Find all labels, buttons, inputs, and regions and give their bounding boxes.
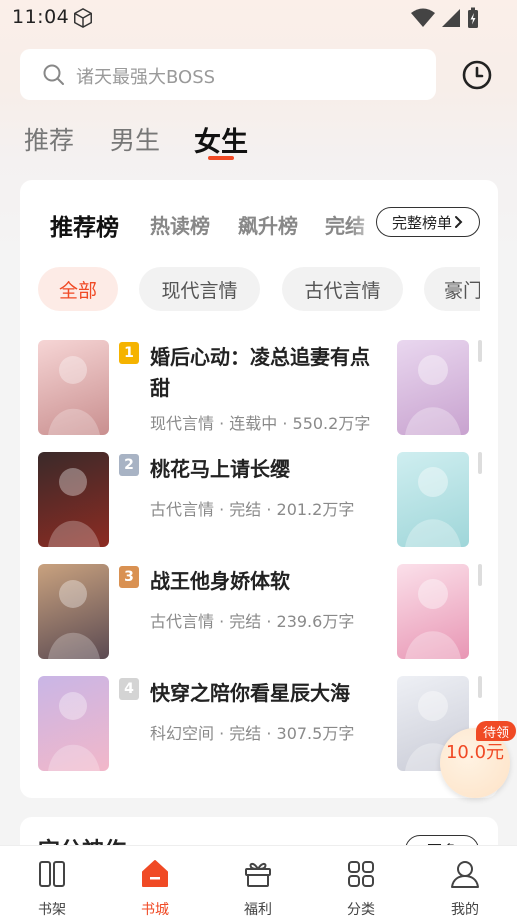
- side-book-cover[interactable]: [397, 340, 469, 435]
- status-bar: 11:04: [0, 0, 517, 36]
- next-column-edge: [478, 564, 482, 586]
- tab-female[interactable]: 女生: [194, 120, 248, 159]
- full-list-button[interactable]: 完整榜单: [376, 207, 480, 237]
- book-cover[interactable]: [38, 452, 109, 547]
- nav-category[interactable]: 分类: [321, 846, 401, 919]
- nav-label: 分类: [347, 902, 375, 918]
- cover-art: [48, 580, 100, 659]
- rank-tab-hot[interactable]: 热读榜: [150, 210, 210, 239]
- rank-badge: 1: [119, 342, 139, 364]
- nav-bookstore[interactable]: 书城: [115, 846, 195, 919]
- next-column-edge: [478, 676, 482, 698]
- rank-tab-recommend[interactable]: 推荐榜: [50, 208, 119, 242]
- rank-badge: 4: [119, 678, 139, 700]
- bookshelf-icon: [39, 861, 65, 887]
- book-cover[interactable]: [38, 564, 109, 659]
- next-column-edge: [478, 452, 482, 474]
- ranking-card: 推荐榜 热读榜 飙升榜 完结 完整榜单 全部 现代言情 古代言情 豪门 1 婚后心…: [20, 180, 498, 798]
- rank-badge: 3: [119, 566, 139, 588]
- active-tab-indicator: [208, 156, 234, 160]
- side-book-cover[interactable]: [397, 452, 469, 547]
- category-grid-icon: [348, 861, 374, 887]
- nav-label: 福利: [244, 902, 272, 918]
- book-meta: 古代言情 · 完结 · 201.2万字: [150, 500, 355, 519]
- cover-art: [405, 355, 461, 435]
- nav-welfare[interactable]: 福利: [218, 846, 298, 919]
- reward-tag: 待领: [476, 721, 516, 741]
- signal-icon: [442, 9, 460, 27]
- book-meta: 科幻空间 · 完结 · 307.5万字: [150, 724, 355, 743]
- cover-art: [48, 356, 100, 435]
- rank-badge: 2: [119, 454, 139, 476]
- book-meta: 古代言情 · 完结 · 239.6万字: [150, 612, 355, 631]
- battery-icon: [468, 7, 478, 28]
- book-cover[interactable]: [38, 340, 109, 435]
- nav-label: 书城: [141, 902, 169, 918]
- genre-chip-rich[interactable]: 豪门: [424, 267, 480, 311]
- cover-art: [405, 579, 461, 659]
- book-title[interactable]: 战王他身娇体软: [150, 566, 372, 597]
- side-book-cover[interactable]: [397, 564, 469, 659]
- search-bar[interactable]: 诸天最强大BOSS: [20, 49, 436, 100]
- history-clock-icon[interactable]: [461, 59, 493, 91]
- package-icon: [74, 8, 92, 28]
- book-title[interactable]: 桃花马上请长缨: [150, 454, 372, 485]
- tab-male[interactable]: 男生: [110, 121, 160, 157]
- rank-tab-rising[interactable]: 飙升榜: [238, 210, 298, 239]
- book-cover[interactable]: [38, 676, 109, 771]
- book-title[interactable]: 快穿之陪你看星辰大海: [150, 678, 372, 709]
- book-title[interactable]: 婚后心动：凌总追妻有点甜: [150, 342, 372, 404]
- tab-recommend[interactable]: 推荐: [24, 121, 74, 157]
- search-placeholder: 诸天最强大BOSS: [76, 67, 216, 88]
- bookstore-icon: [142, 860, 168, 887]
- full-list-label: 完整榜单: [391, 213, 452, 232]
- genre-chips: 全部 现代言情 古代言情 豪门: [20, 260, 480, 320]
- status-time: 11:04: [12, 6, 70, 28]
- chevron-right-icon: [455, 216, 463, 228]
- book-meta: 现代言情 · 连载中 · 550.2万字: [150, 414, 371, 433]
- cover-art: [405, 467, 461, 547]
- search-icon: [43, 64, 64, 85]
- cover-art: [48, 468, 100, 547]
- nav-label: 我的: [451, 902, 479, 918]
- next-column-edge: [478, 340, 482, 362]
- reward-amount: 10.0元: [445, 742, 505, 763]
- profile-icon: [451, 861, 479, 888]
- genre-chip-ancient[interactable]: 古代言情: [282, 267, 403, 311]
- cover-art: [48, 692, 100, 771]
- status-icons: [411, 7, 479, 29]
- nav-bookshelf[interactable]: 书架: [12, 846, 92, 919]
- gift-icon: [245, 862, 271, 887]
- wifi-icon: [411, 8, 435, 27]
- nav-label: 书架: [38, 902, 66, 918]
- genre-chip-all[interactable]: 全部: [38, 267, 118, 311]
- bottom-nav: 书架 书城 福利 分类 我的: [0, 845, 517, 919]
- genre-chip-modern[interactable]: 现代言情: [139, 267, 260, 311]
- nav-profile[interactable]: 我的: [425, 846, 505, 919]
